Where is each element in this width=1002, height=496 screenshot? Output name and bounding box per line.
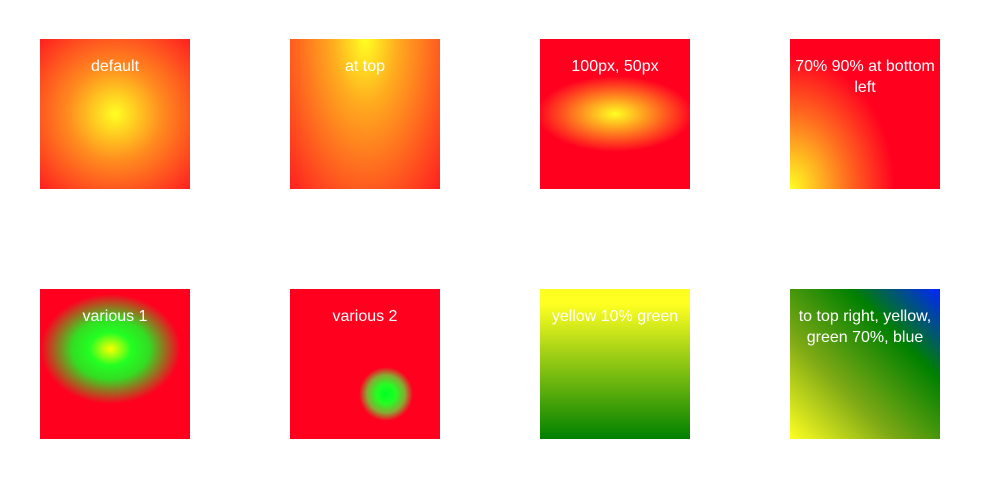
gradient-tile-at-top: at top — [290, 39, 440, 189]
gradient-tile-size: 100px, 50px — [540, 39, 690, 189]
gradient-tile-top-right: to top right, yellow, green 70%, blue — [790, 289, 940, 439]
tile-label: default — [90, 58, 140, 75]
tile-label: various 2 — [332, 308, 398, 325]
tile-label: various 1 — [82, 308, 148, 325]
tile-label: 70% 90% at bottom left — [795, 58, 935, 96]
gradient-tile-yellow-green: yellow 10% green — [540, 289, 690, 439]
tile-label: yellow 10% green — [551, 308, 679, 325]
gradient-tile-default: default — [40, 39, 190, 189]
tile-label: at top — [344, 58, 386, 75]
gradient-tile-bottom-left: 70% 90% at bottom left — [790, 39, 940, 189]
tile-label: to top right, yellow, green 70%, blue — [798, 308, 932, 346]
gradient-tile-various-1: various 1 — [40, 289, 190, 439]
tile-label: 100px, 50px — [571, 58, 659, 75]
gradient-tile-various-2: various 2 — [290, 289, 440, 439]
